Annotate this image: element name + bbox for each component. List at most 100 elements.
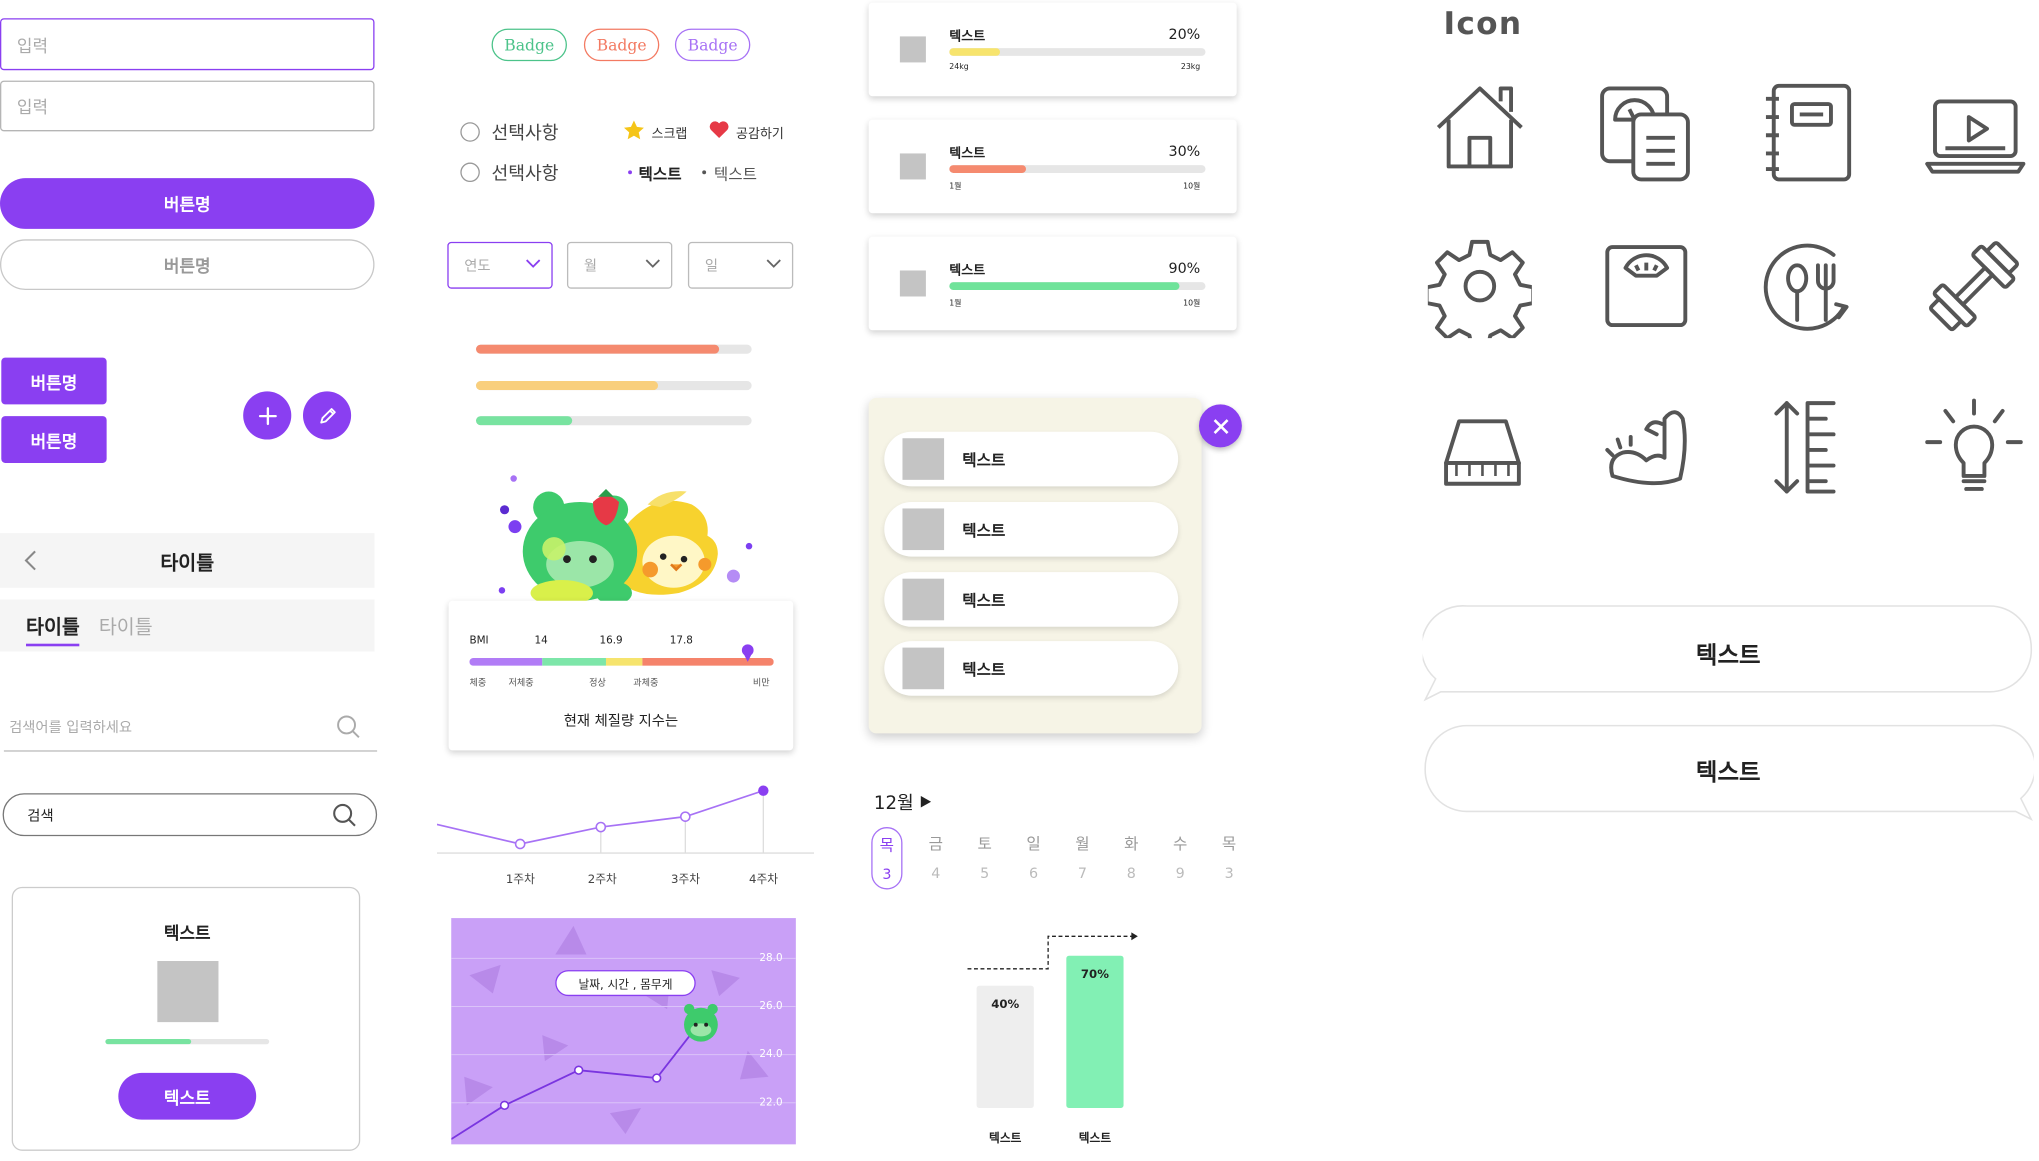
search-icon[interactable] [336, 714, 362, 740]
star-icon[interactable] [623, 120, 645, 141]
calendar-day[interactable]: 화8 [1116, 832, 1147, 882]
list-item-image [902, 578, 945, 621]
bmi-marker-icon [741, 644, 754, 662]
bullet-text-active[interactable]: 텍스트 [638, 163, 681, 185]
radio-option-1[interactable] [460, 122, 480, 142]
card-progress-track [105, 1039, 270, 1045]
dumbbell-icon [1922, 234, 2026, 338]
card-image-placeholder [157, 960, 219, 1023]
chart-tooltip-text: 날짜, 시간 , 몸무게 [578, 978, 673, 992]
stat-card-min: 1월 [949, 182, 962, 192]
body-fat-scale-icon [1430, 395, 1534, 499]
calendar-day[interactable]: 토5 [969, 832, 1000, 882]
heart-icon[interactable] [709, 120, 730, 140]
progress-bar-2 [475, 381, 752, 391]
stat-card-min: 24kg [949, 62, 969, 72]
bmi-card: BMI 14 16.9 17.8 체중 저체중 정상 과체중 비만 현재 체질량… [448, 600, 794, 751]
radio-label-2: 선택사항 [491, 163, 559, 185]
year-select[interactable]: 연도 [447, 241, 553, 289]
square-button-2[interactable]: 버튼명 [1, 416, 107, 463]
edit-button[interactable] [302, 391, 352, 440]
progress-bar-1 [475, 344, 752, 354]
primary-pill-button[interactable]: 버튼명 [0, 178, 375, 229]
like-label[interactable]: 공감하기 [736, 122, 784, 141]
y-tick-1: 28.0 [759, 951, 783, 964]
weight-trend-chart: 날짜, 시간 , 몸무게 28.0 26.0 24.0 22.0 [451, 918, 796, 1145]
card-button[interactable]: 텍스트 [118, 1072, 257, 1120]
calendar-day[interactable]: 수9 [1165, 832, 1196, 882]
compare-bar-percent: 70% [1080, 968, 1109, 982]
page-header: 타이틀 [0, 533, 375, 588]
search-underline-field[interactable]: 검색어를 입력하세요 [3, 707, 378, 752]
tab-active[interactable]: 타이틀 [26, 612, 80, 647]
speech-bubble-1[interactable]: 텍스트 [1422, 603, 2034, 702]
calendar-day[interactable]: 월7 [1067, 832, 1098, 882]
scrap-label[interactable]: 스크랩 [652, 122, 688, 141]
badge-2: Badge [583, 28, 660, 62]
square-button-1[interactable]: 버튼명 [1, 357, 107, 405]
bmi-threshold-2: 16.9 [599, 634, 623, 647]
list-item-label: 텍스트 [962, 660, 1006, 679]
list-item-label: 텍스트 [962, 591, 1006, 610]
badge-3: Badge [674, 28, 751, 62]
radio-option-2[interactable] [460, 162, 480, 183]
day-select[interactable]: 일 [687, 241, 794, 289]
home-icon [1430, 75, 1534, 179]
bullet-text[interactable]: 텍스트 [714, 163, 757, 185]
speech-bubble-2[interactable]: 텍스트 [1423, 723, 2034, 821]
ui-kit-canvas: 입력 입력 버튼명 버튼명 버튼명 버튼명 타이틀 타이틀 타이틀 검색어를 입… [0, 0, 2039, 1161]
popup-list-item[interactable]: 텍스트 [884, 431, 1179, 487]
add-button[interactable] [243, 391, 292, 440]
bmi-scale-bar [469, 658, 774, 666]
search-icon[interactable] [332, 802, 358, 828]
calendar-weekday: 수 [1173, 834, 1188, 854]
calendar-date: 3 [882, 866, 892, 883]
icon-section-title: Icon [1443, 5, 1523, 42]
calendar-day[interactable]: 목3 [871, 827, 903, 890]
line-chart-tick-4: 4주차 [749, 873, 779, 887]
stat-card-percent: 30% [1168, 143, 1201, 160]
outline-pill-button[interactable]: 버튼명 [0, 239, 375, 290]
page-title: 타이틀 [160, 551, 215, 575]
play-right-icon[interactable] [920, 795, 932, 808]
search-rounded-field[interactable]: 검색 [2, 793, 378, 837]
popup-list-item[interactable]: 텍스트 [884, 572, 1179, 627]
notebook-icon [1756, 81, 1860, 185]
stat-card-track [949, 48, 1206, 56]
progress-fill-1 [475, 344, 719, 354]
chevron-down-icon [766, 259, 781, 268]
popup-list-item[interactable]: 텍스트 [884, 641, 1179, 696]
card-progress-fill [105, 1039, 191, 1045]
popup-close-button[interactable] [1198, 404, 1242, 448]
y-tick-4: 22.0 [759, 1096, 783, 1108]
muscle-arm-icon [1594, 395, 1698, 499]
calendar-month[interactable]: 12월 [874, 789, 914, 815]
text-input-focused[interactable]: 입력 [0, 18, 375, 71]
calendar-date: 4 [931, 864, 941, 882]
calendar-weekday: 금 [928, 834, 943, 854]
y-tick-2: 26.0 [759, 1000, 783, 1012]
tab-inactive[interactable]: 타이틀 [99, 612, 153, 639]
compare-bar-label: 텍스트 [989, 1132, 1022, 1146]
stat-card-min: 1월 [949, 299, 962, 309]
calendar-day[interactable]: 일6 [1018, 832, 1049, 882]
calendar-date: 5 [980, 864, 990, 882]
calendar-day[interactable]: 금4 [920, 832, 951, 882]
lightbulb-icon [1922, 395, 2026, 499]
height-ruler-icon [1756, 395, 1860, 499]
stat-card-percent: 20% [1168, 26, 1201, 43]
calendar-weekday: 일 [1026, 834, 1041, 854]
calendar-day[interactable]: 목3 [1214, 832, 1245, 882]
search-input-placeholder: 검색어를 입력하세요 [9, 719, 133, 737]
year-select-value: 연도 [464, 257, 491, 275]
bmi-zone-3: 정상 [589, 677, 606, 688]
compare-bar-label: 텍스트 [1078, 1132, 1112, 1146]
bmi-zone-2: 저체중 [508, 677, 534, 688]
text-input[interactable]: 입력 [0, 80, 375, 132]
stat-card-image [899, 270, 926, 297]
progress-bar-3 [475, 416, 752, 426]
progress-fill-3 [475, 416, 573, 426]
pencil-icon [319, 407, 336, 423]
popup-list-item[interactable]: 텍스트 [884, 501, 1179, 557]
month-select[interactable]: 월 [566, 241, 673, 289]
